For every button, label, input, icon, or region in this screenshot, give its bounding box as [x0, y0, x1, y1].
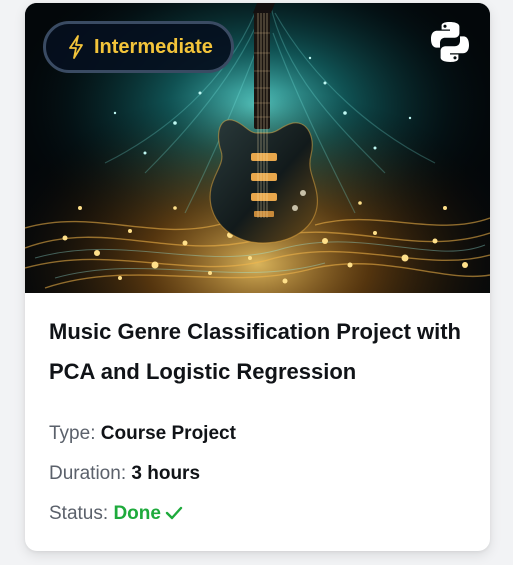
project-card[interactable]: Intermediate Music Genre Classification …	[25, 3, 490, 551]
status-label: Status:	[49, 503, 109, 524]
duration-label: Duration:	[49, 463, 127, 484]
duration-row: Duration: 3 hours	[49, 454, 469, 494]
type-label: Type:	[49, 423, 96, 444]
status-row: Status: Done	[49, 494, 469, 534]
hero-image: Intermediate	[25, 3, 490, 293]
type-value: Course Project	[100, 423, 236, 444]
project-title[interactable]: Music Genre Classification Project with …	[49, 312, 469, 392]
difficulty-label: Intermediate	[94, 35, 213, 58]
project-meta: Type: Course Project Duration: 3 hours S…	[49, 414, 469, 534]
lightning-bolt-icon	[69, 35, 83, 59]
card-body: Music Genre Classification Project with …	[49, 312, 469, 534]
difficulty-badge: Intermediate	[43, 21, 234, 73]
type-row: Type: Course Project	[49, 414, 469, 454]
python-logo-icon	[431, 22, 469, 62]
checkmark-icon	[165, 506, 183, 520]
duration-value: 3 hours	[131, 463, 201, 484]
status-value: Done	[113, 503, 161, 524]
